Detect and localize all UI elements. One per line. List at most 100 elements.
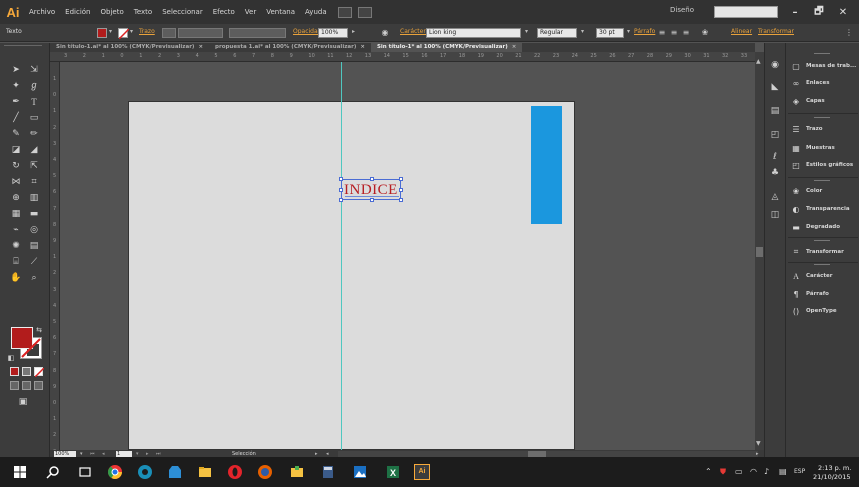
panel-transform[interactable]: ⌗ Transformar xyxy=(790,245,858,259)
fill-dropdown-icon[interactable]: ▾ xyxy=(109,28,115,38)
panel-paragraph[interactable]: ¶ Párrafo xyxy=(790,287,858,301)
font-size-field[interactable]: 30 pt xyxy=(596,28,624,38)
chrome-icon[interactable] xyxy=(107,464,123,480)
store-icon[interactable] xyxy=(167,464,183,480)
slice-tool-icon[interactable]: ⟋ xyxy=(26,255,42,269)
selection-handle-ne[interactable] xyxy=(399,177,403,181)
pencil-tool-icon[interactable]: ✏ xyxy=(26,127,42,141)
menu-seleccionar[interactable]: Seleccionar xyxy=(157,0,208,24)
shape-builder-tool-icon[interactable]: ⊕ xyxy=(8,191,24,205)
font-style-dropdown-icon[interactable]: ▾ xyxy=(581,28,587,38)
tab-document-3[interactable]: Sin título-1* al 100% (CMYK/Previsualiza… xyxy=(370,43,523,52)
paragraph-link[interactable]: Párrafo xyxy=(634,28,655,35)
antivirus-icon[interactable]: ⛊ xyxy=(720,467,726,477)
menu-ventana[interactable]: Ventana xyxy=(261,0,300,24)
battery-icon[interactable]: ▭ xyxy=(735,467,743,476)
windows-start-icon[interactable] xyxy=(12,464,28,480)
panel-grip[interactable] xyxy=(814,180,830,182)
panel-opentype[interactable]: () OpenType xyxy=(790,304,858,318)
arrange-documents-icon[interactable] xyxy=(357,6,372,18)
line-tool-icon[interactable]: ╱ xyxy=(8,111,24,125)
menu-ver[interactable]: Ver xyxy=(240,0,261,24)
free-transform-tool-icon[interactable]: ⌗ xyxy=(26,175,42,189)
fill-color-swatch[interactable] xyxy=(97,28,107,38)
panel-grip[interactable] xyxy=(814,117,830,119)
language-indicator[interactable]: ESP xyxy=(794,468,805,475)
panel-graphic-styles[interactable]: ◰ Estilos gráficos xyxy=(790,158,858,172)
hand-tool-icon[interactable]: ✋ xyxy=(8,271,24,285)
scroll-up-icon[interactable]: ▲ xyxy=(756,58,761,65)
transform-link[interactable]: Transformar xyxy=(758,28,794,35)
brushes-icon[interactable]: ℓ xyxy=(769,151,781,163)
align-left-icon[interactable]: ≡ xyxy=(657,28,667,38)
restore-button[interactable]: 🗗 xyxy=(807,4,831,21)
selection-handle-e[interactable] xyxy=(399,188,403,192)
align-link[interactable]: Alinear xyxy=(731,28,752,35)
menu-objeto[interactable]: Objeto xyxy=(96,0,129,24)
search-icon[interactable] xyxy=(45,464,61,480)
minimize-button[interactable]: – xyxy=(783,7,807,18)
folder-icon[interactable] xyxy=(289,464,305,480)
perspective-grid-tool-icon[interactable]: ▥ xyxy=(26,191,42,205)
selection-tool-icon[interactable]: ➤ xyxy=(8,63,24,77)
tab-document-2[interactable]: propuesta 1.ai* al 100% (CMYK/Previsuali… xyxy=(209,43,371,52)
horizontal-ruler[interactable]: 3 2 1 0 1 2 3 4 5 6 7 8 9 10 11 12 13 14 15 16 17 18 19 20 21 22 2… xyxy=(50,52,755,62)
selection-handle-sw[interactable] xyxy=(339,198,343,202)
gradient-panel-icon[interactable]: ◣ xyxy=(769,81,781,93)
recolor-icon[interactable]: ◉ xyxy=(380,28,390,38)
panel-artboards[interactable]: ▢ Mesas de trab... xyxy=(790,59,858,73)
file-explorer-icon[interactable] xyxy=(197,464,213,480)
appearance-icon[interactable]: ◬ xyxy=(769,191,781,203)
panel-color[interactable]: ❀ Color xyxy=(790,184,858,198)
menu-ayuda[interactable]: Ayuda xyxy=(300,0,332,24)
brush-definition[interactable] xyxy=(229,28,286,38)
close-tab-icon[interactable]: × xyxy=(512,44,517,50)
color-mode-button[interactable] xyxy=(10,367,19,376)
column-graph-tool-icon[interactable]: ▤ xyxy=(26,239,42,253)
panel-gradient[interactable]: ▬ Degradado xyxy=(790,220,858,234)
draw-normal-button[interactable] xyxy=(10,381,19,390)
rectangle-tool-icon[interactable]: ▭ xyxy=(26,111,42,125)
clock-date[interactable]: 21/10/2015 xyxy=(813,473,850,481)
menu-texto[interactable]: Texto xyxy=(129,0,157,24)
blue-rectangle[interactable] xyxy=(531,106,562,224)
artboard[interactable] xyxy=(128,101,575,450)
tab-document-1[interactable]: Sin título-1.ai* al 100% (CMYK/Previsual… xyxy=(50,43,209,52)
firefox-icon[interactable] xyxy=(257,464,273,480)
type-tool-icon[interactable]: T xyxy=(26,95,42,109)
symbols-icon[interactable]: ♣ xyxy=(769,167,781,179)
opacity-field[interactable]: 100% xyxy=(318,28,348,38)
excel-icon[interactable]: X xyxy=(385,464,401,480)
direct-selection-tool-icon[interactable]: ⇲ xyxy=(26,63,42,77)
symbol-sprayer-tool-icon[interactable]: ✺ xyxy=(8,239,24,253)
align-right-icon[interactable]: ≡ xyxy=(681,28,691,38)
vertical-guide[interactable] xyxy=(341,62,342,450)
wifi-icon[interactable]: ◠ xyxy=(750,467,757,476)
font-family-field[interactable]: Lion king xyxy=(426,28,521,38)
notifications-icon[interactable]: ▤ xyxy=(779,467,787,476)
selection-handle-s[interactable] xyxy=(370,198,374,202)
selection-handle-w[interactable] xyxy=(339,188,343,192)
task-view-icon[interactable] xyxy=(77,464,93,480)
mesh-tool-icon[interactable]: ▦ xyxy=(8,207,24,221)
draw-behind-button[interactable] xyxy=(22,381,31,390)
panel-character[interactable]: A Carácter xyxy=(790,269,858,283)
panel-grip[interactable] xyxy=(814,240,830,242)
gradient-mode-button[interactable] xyxy=(22,367,31,376)
magic-wand-tool-icon[interactable]: ✦ xyxy=(8,79,24,93)
panel-swatches[interactable]: ▦ Muestras xyxy=(790,141,858,155)
align-panel-icon[interactable]: ▤ xyxy=(769,105,781,117)
blob-brush-tool-icon[interactable]: ◪ xyxy=(8,143,24,157)
illustrator-taskbar-button[interactable]: Ai xyxy=(414,464,430,480)
control-panel-menu-icon[interactable]: ⋮ xyxy=(844,28,854,38)
vertical-ruler[interactable]: 101234567891234567890123 xyxy=(50,62,60,450)
rotate-tool-icon[interactable]: ↻ xyxy=(8,159,24,173)
pen-tool-icon[interactable]: ✒ xyxy=(8,95,24,109)
panel-stroke[interactable]: ☰ Trazo xyxy=(790,122,858,136)
panel-layers[interactable]: ◈ Capas xyxy=(790,94,858,108)
eraser-tool-icon[interactable]: ◢ xyxy=(26,143,42,157)
selection-handle-n[interactable] xyxy=(370,177,374,181)
paintbrush-tool-icon[interactable]: ✎ xyxy=(8,127,24,141)
selection-handle-se[interactable] xyxy=(399,198,403,202)
opacity-dropdown-icon[interactable]: ▸ xyxy=(352,28,358,38)
